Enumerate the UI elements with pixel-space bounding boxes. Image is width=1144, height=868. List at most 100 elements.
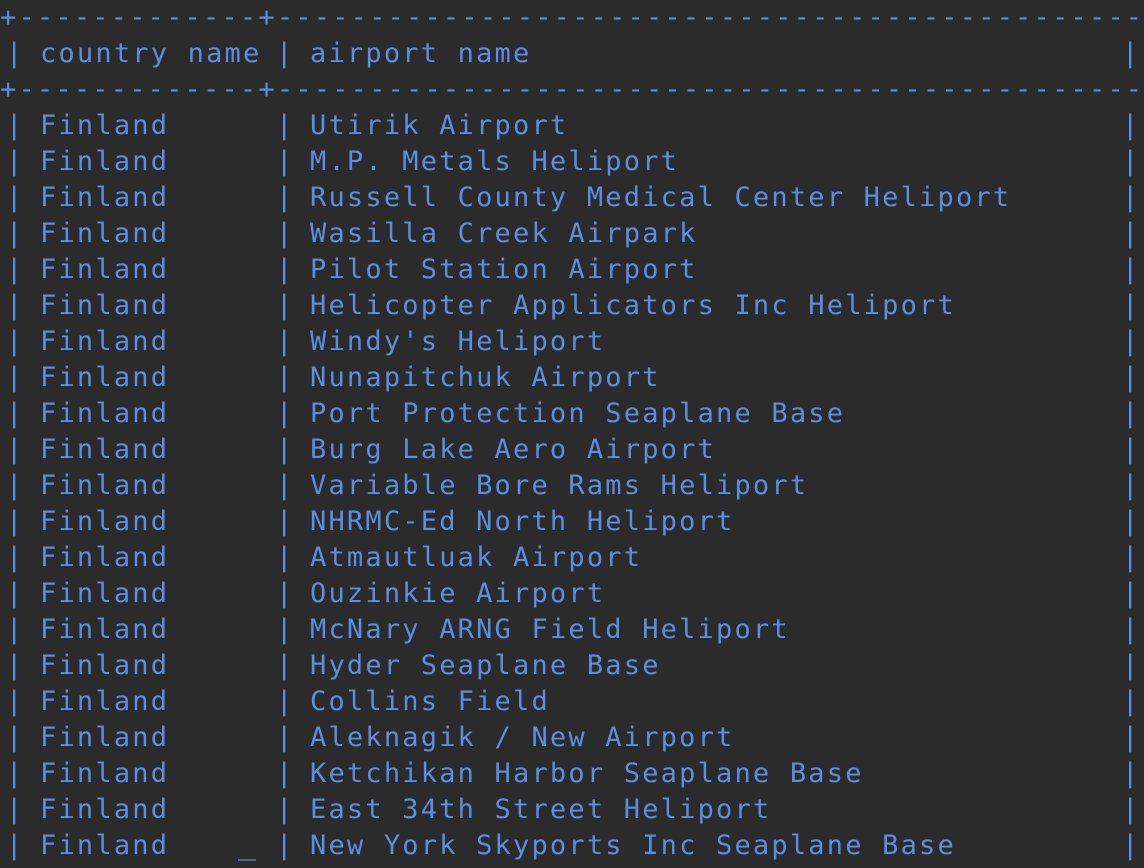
column-divider: | xyxy=(276,146,295,177)
cell-airport-name: Hyder Seaplane Base xyxy=(310,650,661,681)
column-divider: | xyxy=(276,254,295,285)
terminal-cursor xyxy=(238,859,256,861)
column-divider: | xyxy=(276,434,295,465)
column-divider: | xyxy=(6,830,25,861)
column-divider: | xyxy=(6,578,25,609)
cell-airport-name: Aleknagik / New Airport xyxy=(310,722,735,753)
column-divider: | xyxy=(1122,38,1141,69)
column-divider: | xyxy=(6,470,25,501)
column-divider: | xyxy=(276,506,295,537)
column-divider: | xyxy=(6,218,25,249)
cell-country-name: Finland xyxy=(40,830,170,861)
column-divider: | xyxy=(1122,326,1141,357)
column-divider: | xyxy=(276,470,295,501)
column-divider: | xyxy=(276,110,295,141)
table-row: | Finland | M.P. Metals Heliport | xyxy=(0,144,1144,180)
column-divider: | xyxy=(1122,362,1141,393)
column-divider: | xyxy=(1122,506,1141,537)
column-divider: | xyxy=(6,506,25,537)
header-airport-name: airport name xyxy=(310,38,532,69)
cell-airport-name: Atmautluak Airport xyxy=(310,542,643,573)
column-divider: | xyxy=(1122,578,1141,609)
table-border-top: +-------------+-------------------------… xyxy=(0,2,1144,33)
column-divider: | xyxy=(6,650,25,681)
cell-airport-name: Collins Field xyxy=(310,686,550,717)
cell-country-name: Finland xyxy=(40,686,170,717)
terminal-output: +-------------+-------------------------… xyxy=(0,0,1144,868)
table-row: | Finland | Aleknagik / New Airport | xyxy=(0,720,1144,756)
table-border-header: +-------------+-------------------------… xyxy=(0,74,1144,105)
cell-country-name: Finland xyxy=(40,434,170,465)
table-row: | Finland | Burg Lake Aero Airport | xyxy=(0,432,1144,468)
cell-country-name: Finland xyxy=(40,326,170,357)
column-divider: | xyxy=(1122,470,1141,501)
column-divider: | xyxy=(276,686,295,717)
column-divider: | xyxy=(1122,146,1141,177)
cell-country-name: Finland xyxy=(40,758,170,789)
cell-country-name: Finland xyxy=(40,722,170,753)
column-divider: | xyxy=(276,830,295,861)
column-divider: | xyxy=(1122,218,1141,249)
column-divider: | xyxy=(6,794,25,825)
column-divider: | xyxy=(276,398,295,429)
table-row: | Finland | Wasilla Creek Airpark | xyxy=(0,216,1144,252)
table-row: | Finland | East 34th Street Heliport | xyxy=(0,792,1144,828)
table-row: | Finland | Nunapitchuk Airport | xyxy=(0,360,1144,396)
table-row: | Finland | Port Protection Seaplane Base | xyxy=(0,396,1144,432)
column-divider: | xyxy=(1122,434,1141,465)
table-row: | Finland | Hyder Seaplane Base | xyxy=(0,648,1144,684)
column-divider: | xyxy=(6,398,25,429)
column-divider: | xyxy=(276,578,295,609)
column-divider: | xyxy=(1122,722,1141,753)
column-divider: | xyxy=(1122,830,1141,861)
cell-airport-name: M.P. Metals Heliport xyxy=(310,146,680,177)
table-row: | Finland | McNary ARNG Field Heliport | xyxy=(0,612,1144,648)
cell-country-name: Finland xyxy=(40,362,170,393)
cell-airport-name: Pilot Station Airport xyxy=(310,254,698,285)
header-country-name: country name xyxy=(40,38,262,69)
column-divider: | xyxy=(276,758,295,789)
column-divider: | xyxy=(276,182,295,213)
column-divider: | xyxy=(276,650,295,681)
column-divider: | xyxy=(6,182,25,213)
cell-country-name: Finland xyxy=(40,470,170,501)
table-row: | Finland | Russell County Medical Center H… xyxy=(0,180,1144,216)
column-divider: | xyxy=(1122,254,1141,285)
column-divider: | xyxy=(276,542,295,573)
column-divider: | xyxy=(276,722,295,753)
table-row: | Finland | Atmautluak Airport | xyxy=(0,540,1144,576)
column-divider: | xyxy=(1122,758,1141,789)
column-divider: | xyxy=(276,290,295,321)
table-row: | Finland | Variable Bore Rams Heliport | xyxy=(0,468,1144,504)
column-divider: | xyxy=(276,614,295,645)
column-divider: | xyxy=(6,686,25,717)
cell-airport-name: Port Protection Seaplane Base xyxy=(310,398,846,429)
cell-country-name: Finland xyxy=(40,254,170,285)
table-row: | Finland | Ouzinkie Airport | xyxy=(0,576,1144,612)
cell-airport-name: Nunapitchuk Airport xyxy=(310,362,661,393)
cell-airport-name: Wasilla Creek Airpark xyxy=(310,218,698,249)
column-divider: | xyxy=(6,290,25,321)
cell-airport-name: Ouzinkie Airport xyxy=(310,578,606,609)
cell-country-name: Finland xyxy=(40,650,170,681)
cell-airport-name: McNary ARNG Field Heliport xyxy=(310,614,790,645)
column-divider: | xyxy=(6,146,25,177)
column-divider: | xyxy=(276,794,295,825)
column-divider: | xyxy=(6,722,25,753)
column-divider: | xyxy=(1122,542,1141,573)
cell-airport-name: Ketchikan Harbor Seaplane Base xyxy=(310,758,864,789)
table-header-row: | country name | airport name | xyxy=(0,36,1144,72)
column-divider: | xyxy=(276,326,295,357)
table-row: | Finland | NHRMC-Ed North Heliport | xyxy=(0,504,1144,540)
cell-country-name: Finland xyxy=(40,182,170,213)
column-divider: | xyxy=(6,542,25,573)
column-divider: | xyxy=(1122,398,1141,429)
cell-airport-name: Russell County Medical Center Heliport xyxy=(310,182,1012,213)
column-divider: | xyxy=(6,326,25,357)
column-divider: | xyxy=(276,38,295,69)
cell-country-name: Finland xyxy=(40,290,170,321)
table-row: | Finland | Pilot Station Airport | xyxy=(0,252,1144,288)
table-row: | Finland | Helicopter Applicators Inc Heli… xyxy=(0,288,1144,324)
column-divider: | xyxy=(276,218,295,249)
column-divider: | xyxy=(1122,614,1141,645)
